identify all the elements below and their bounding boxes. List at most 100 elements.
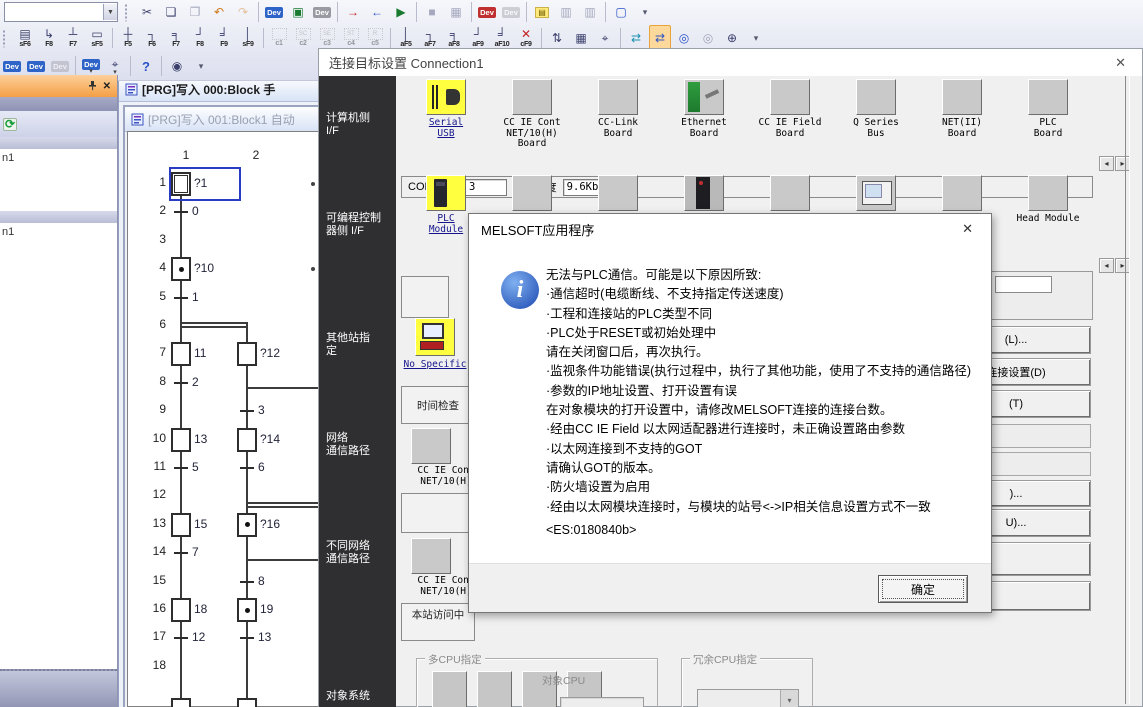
separator [75,56,76,76]
copy-icon[interactable]: ❏ [160,0,182,25]
dialog-titlebar[interactable]: 连接目标设置 Connection1 ✕ [319,49,1142,76]
chevron-down-icon[interactable]: ▼ [103,4,117,20]
pin-icon[interactable] [88,81,97,91]
paste-icon[interactable]: ❐ [184,0,206,25]
panel-band [0,97,117,111]
panel-divider [0,137,117,149]
device-icon [770,79,810,115]
sfc-sc-action-icon[interactable]: SC c2 [292,25,314,51]
pc-if-cc-ie-field-board[interactable]: CC IE Field Board [747,79,833,150]
cpu-select-button[interactable] [477,671,512,707]
pc-if-serial-usb[interactable]: Serial USB [403,79,489,150]
quick-find-combo[interactable]: ▼ [4,2,118,22]
tree-item[interactable]: n1 [0,149,117,164]
sfc-end-step-icon[interactable]: ┴ F7 [62,25,84,51]
read-from-plc-icon[interactable]: ← [366,0,388,25]
monitor-start-icon[interactable]: ▶ [390,0,412,25]
monitor-stop-icon[interactable]: ■ [421,0,443,25]
scroll-left-icon[interactable]: ◂ [1099,156,1114,171]
dialog-titlebar[interactable]: MELSOFT应用程序 ✕ [469,214,991,244]
program-monitor-icon[interactable]: ▣ [287,0,309,25]
device-batch-monitor-icon[interactable]: ▦ [445,0,467,25]
station-box [401,276,449,318]
toolbar-grip [3,28,10,48]
device-replace-icon[interactable]: Dev [311,0,333,25]
separator [130,56,131,76]
device-comment-icon[interactable]: Dev [476,0,498,25]
sfc-jump-icon[interactable]: ↳ F8 [38,25,60,51]
device-label: Serial USB [403,118,489,139]
no-specification-icon[interactable] [415,318,455,356]
help-icon[interactable]: ? [135,53,157,79]
close-icon[interactable]: ✕ [956,221,979,237]
redo-icon[interactable]: ↷ [232,0,254,25]
device-label: Ethernet Board [661,118,747,139]
sfc-comment-icon[interactable]: c1 [268,25,290,51]
pc-if-plc-board[interactable]: PLC Board [1005,79,1091,150]
device-icon [942,79,982,115]
own-station-box: 本站访问中 [401,603,475,641]
device-label: NET(II) Board [919,118,1005,139]
sfc-series-transition-icon[interactable]: ┐ F6 [141,25,163,51]
separator [390,28,391,48]
pc-if-q-series-bus[interactable]: Q Series Bus [833,79,919,150]
statement-icon[interactable]: ▤ [531,0,553,25]
pc-if-net2-board[interactable]: NET(II) Board [919,79,1005,150]
network-route-icon[interactable] [411,428,451,464]
sfc-vertical-line-icon[interactable]: │ sF9 [237,25,259,51]
chevron-down-icon[interactable]: ▾ [780,690,798,707]
separator [258,2,259,22]
sfc-selection-divergence-icon[interactable]: ╕ F7 [165,25,187,51]
device-icon [942,175,982,211]
panel-header[interactable]: ✕ [0,75,117,97]
window-title: [PRG]写入 001:Block1 自动 [148,111,295,128]
close-icon[interactable]: ✕ [103,81,111,92]
main-toolbar-buttons: ✂ ❏ ❐ [122,0,657,25]
refresh-icon[interactable]: ⟳ [3,118,17,131]
sfc-simultaneous-divergence-icon[interactable]: ┘ F8 [189,25,211,51]
no-specification-label: No Specific [393,359,477,370]
tree-item[interactable]: n1 [0,223,117,238]
different-network-icon[interactable] [411,538,451,574]
note-batch-icon[interactable]: ▥ [579,0,601,25]
note-icon[interactable]: ▥ [555,0,577,25]
separator [112,28,113,48]
pc-if-cc-ie-cont-board[interactable]: CC IE Cont NET/10(H) Board [489,79,575,150]
error-message-line: ·监视条件功能错误(执行过程中，执行了其他功能，使用了不支持的通信路径) [546,362,981,381]
close-icon[interactable]: ✕ [1109,55,1132,71]
device-label: CC IE Field Board [747,118,833,139]
own-station-label: 本站访问中 [402,607,474,622]
error-message-line: ·以太网连接到不支持的GOT [546,440,981,459]
find-icon[interactable]: ◉ [166,53,188,79]
toolbar-overflow-icon[interactable]: ▾ [634,0,656,25]
redundant-cpu-dropdown[interactable]: ▾ [697,689,799,707]
cut-icon[interactable]: ✂ [136,0,158,25]
separator [541,28,542,48]
sfc-step-attribute-icon[interactable]: ▤ sF6 [14,25,36,51]
device-find-icon[interactable]: Dev [263,0,285,25]
toolbar-overflow-icon[interactable]: ▾ [190,53,212,79]
collapsed-panel-bar[interactable] [0,669,117,707]
sfc-convergence-icon[interactable]: ╛ F9 [213,25,235,51]
sfc-dummy-step-icon[interactable]: ▭ sF5 [86,25,108,51]
write-to-plc-icon[interactable]: → [342,0,364,25]
pc-if-ethernet-board[interactable]: Ethernet Board [661,79,747,150]
target-cpu-field[interactable] [560,697,644,707]
station-number-field[interactable] [995,276,1052,293]
docked-navigation-panel: ✕ ⟳ n1 n1 [0,75,118,707]
multi-cpu-group: 多CPU指定 1 2 [416,658,658,707]
error-message: 无法与PLC通信。可能是以下原因所致: ·通信超时(电缆断线、不支持指定传送速度… [546,266,981,517]
undo-icon[interactable]: ↶ [208,0,230,25]
multiple-window-icon[interactable]: ▢ [610,0,632,25]
network-detail-box [401,493,475,533]
dialog-section-label: 其他站指 定 [326,332,396,358]
panel-divider [0,211,117,223]
plc-if-head-module[interactable]: Head Module [1005,175,1091,235]
scroll-left-icon[interactable]: ◂ [1099,258,1114,273]
pc-if-cclink-board[interactable]: CC-Link Board [575,79,661,150]
device-memory-icon[interactable]: Dev [500,0,522,25]
sfc-step-icon[interactable]: ┼ F5 [117,25,139,51]
cpu-select-button[interactable] [432,671,467,707]
window-title: [PRG]写入 000:Block 手 [142,81,275,98]
ok-button[interactable]: 确定 [878,575,968,603]
